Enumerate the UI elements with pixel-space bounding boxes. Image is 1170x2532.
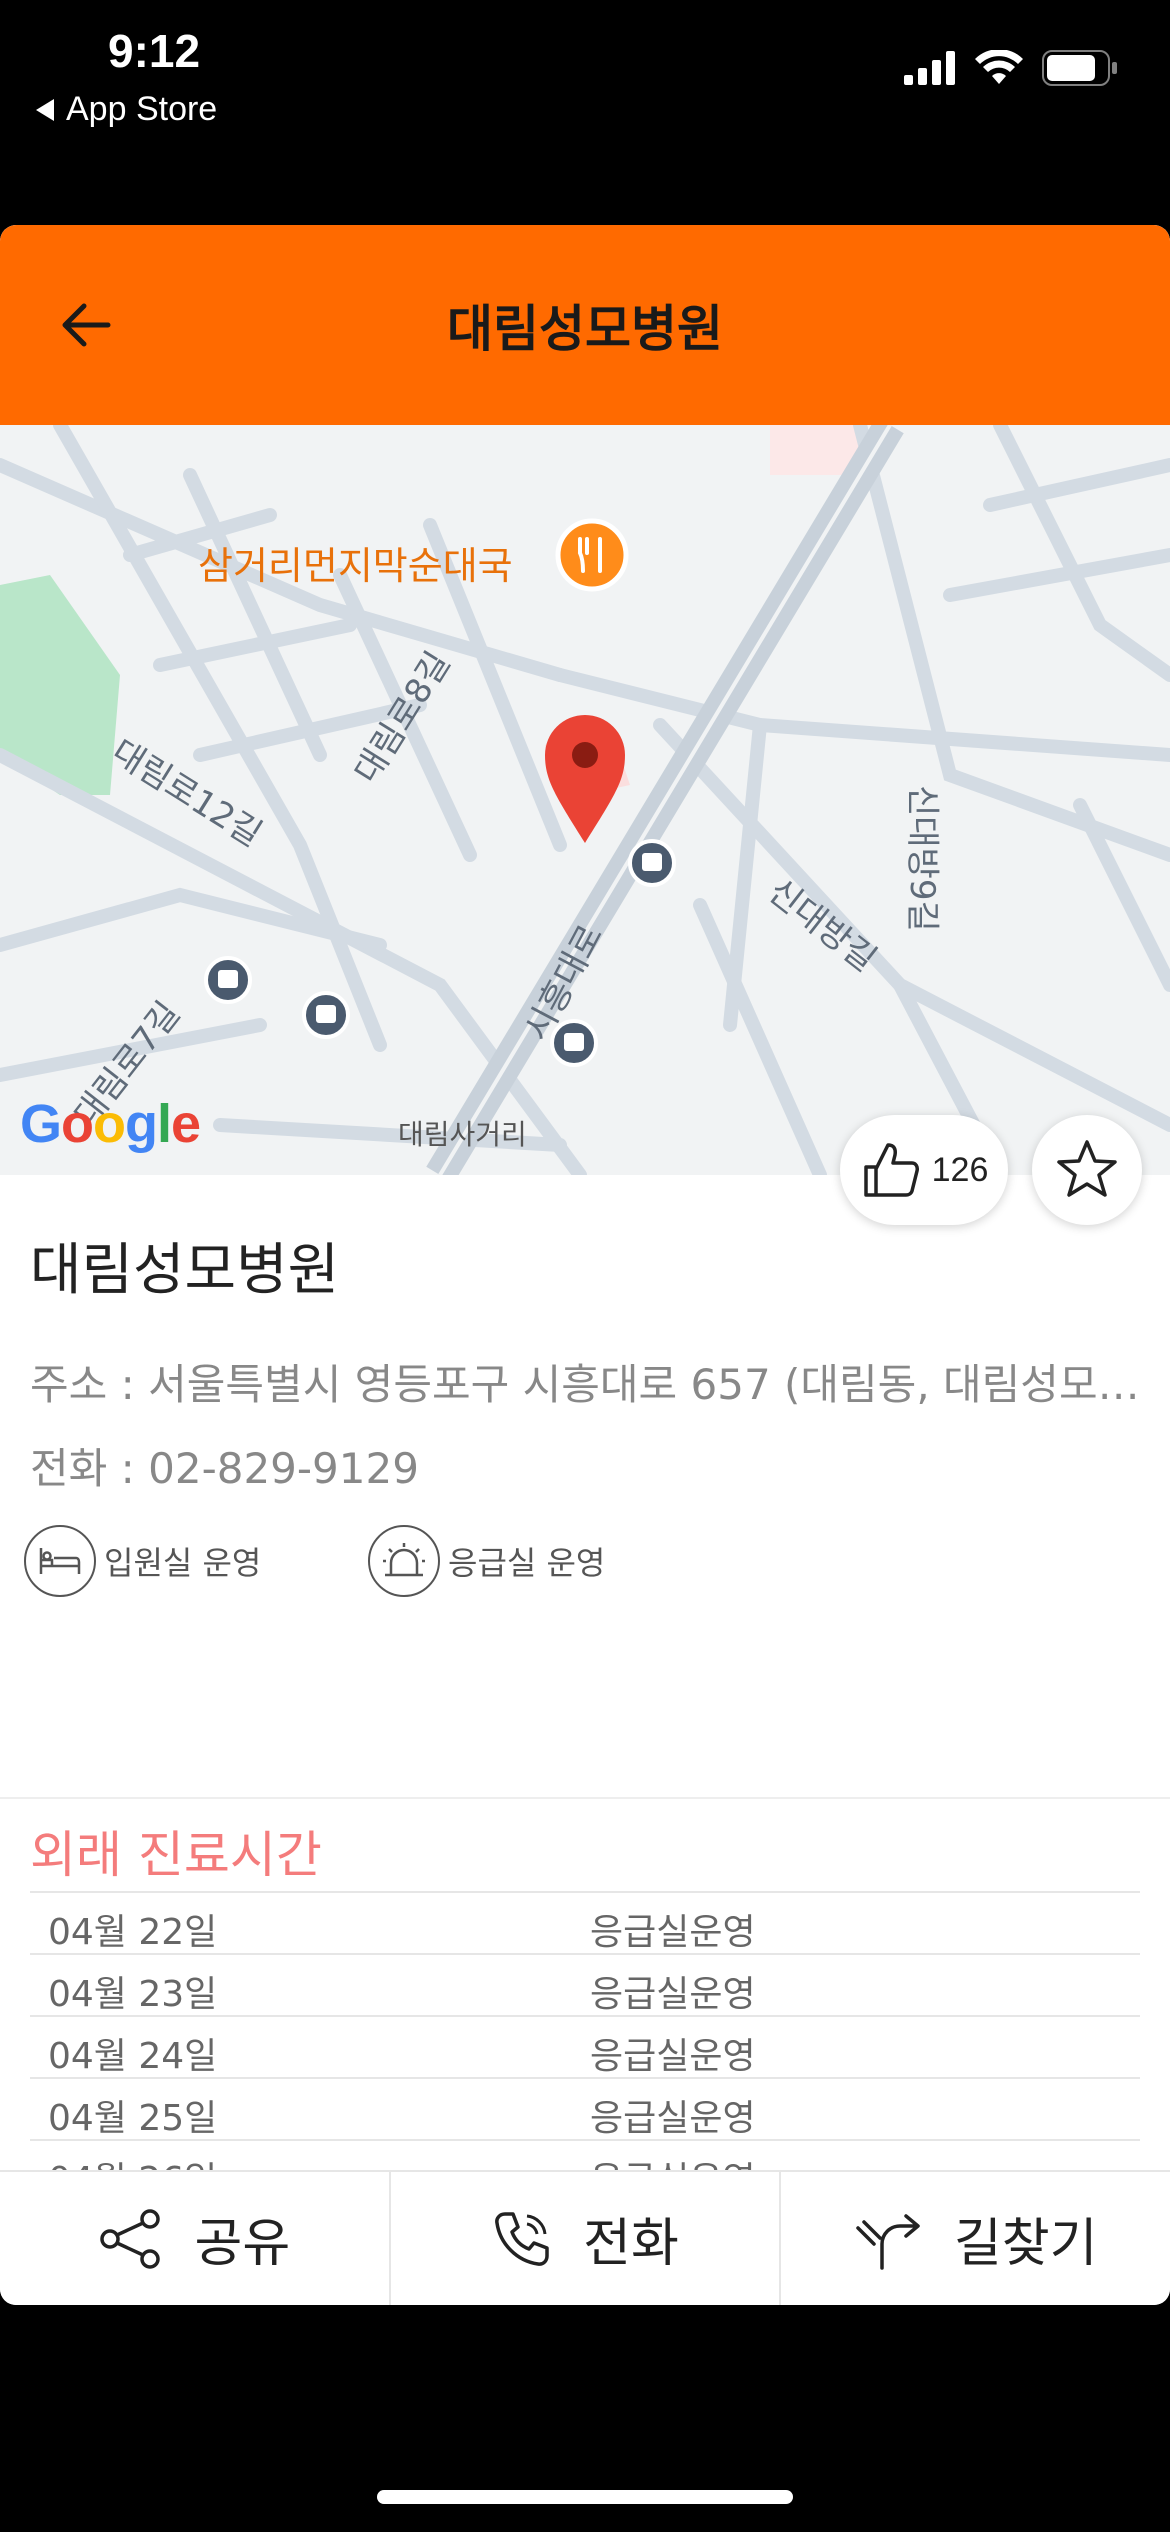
page-title: 대림성모병원 <box>447 300 723 358</box>
row-date: 04월 22일 <box>48 1912 218 1953</box>
row-date: 04월 23일 <box>48 1974 218 2015</box>
favorite-button[interactable] <box>1032 1115 1142 1225</box>
table-row: 04월 23일 응급실운영 <box>30 1953 1140 2015</box>
row-date: 04월 24일 <box>48 2036 218 2077</box>
cellular-signal-icon <box>904 51 955 85</box>
share-icon <box>100 2208 161 2269</box>
back-triangle-icon <box>36 98 54 121</box>
google-logo: Google <box>20 1094 201 1154</box>
bus-stop-icon <box>204 956 252 1004</box>
table-row: 04월 24일 응급실운영 <box>30 2015 1140 2077</box>
inpatient-label: 입원실 운영 <box>104 1544 262 1582</box>
street-label: 신대방9길 <box>902 785 942 932</box>
row-status: 응급실운영 <box>590 1912 756 1953</box>
address-text: 주소 : 서울특별시 영등포구 시흥대로 657 (대림동, 대림성모병원) <box>30 1360 1140 1409</box>
status-icons <box>904 50 1118 86</box>
phone-icon <box>495 2211 549 2266</box>
inpatient-badge: 입원실 운영 <box>24 1525 261 1597</box>
emergency-badge: 응급실 운영 <box>368 1525 605 1597</box>
star-icon <box>1057 1140 1117 1197</box>
call-button[interactable]: 전화 <box>388 2172 780 2305</box>
emergency-label: 응급실 운영 <box>448 1544 606 1582</box>
table-row: 04월 25일 응급실운영 <box>30 2077 1140 2139</box>
poi-label[interactable]: 삼거리먼지막순대국 <box>198 535 513 590</box>
header-bar: 대림성모병원 <box>0 225 1170 425</box>
share-button[interactable]: 공유 <box>0 2172 389 2305</box>
restaurant-marker-icon <box>555 518 629 592</box>
share-label: 공유 <box>194 2214 291 2274</box>
thumbs-up-icon <box>863 1143 919 1197</box>
table-row: 04월 22일 응급실운영 <box>30 1891 1140 1953</box>
place-name: 대림성모병원 <box>30 1238 340 1303</box>
arrow-left-icon[interactable] <box>56 295 116 355</box>
like-button[interactable]: 126 <box>840 1115 1008 1225</box>
status-time: 9:12 <box>108 25 201 77</box>
directions-label: 길찾기 <box>953 2214 1098 2274</box>
like-count: 126 <box>931 1150 989 1189</box>
row-status: 응급실운영 <box>590 1974 756 2015</box>
call-label: 전화 <box>583 2214 679 2274</box>
phone-text[interactable]: 전화 : 02-829-9129 <box>30 1435 419 1496</box>
bus-stop-icon <box>302 991 350 1039</box>
row-status: 응급실운영 <box>590 2036 756 2077</box>
row-date: 04월 25일 <box>48 2098 218 2139</box>
wifi-icon <box>975 50 1023 84</box>
directions-button[interactable]: 길찾기 <box>779 2172 1170 2305</box>
row-status: 응급실운영 <box>590 2098 756 2139</box>
bed-icon <box>24 1525 96 1597</box>
place-label: 대림사거리 <box>398 1118 527 1151</box>
siren-icon <box>368 1525 440 1597</box>
hours-title: 외래 진료시간 <box>30 1826 322 1884</box>
map-view[interactable]: 삼거리먼지막순대국 대림로8길 대림로12길 시흥대로 신대방길 신대방9길 대… <box>0 425 1170 1175</box>
bus-stop-icon <box>628 839 676 887</box>
back-app-label: App Store <box>66 90 218 128</box>
bottom-action-bar: 공유 전화 길찾기 <box>0 2170 1170 2305</box>
directions-icon <box>856 2213 920 2270</box>
status-bar: 9:12 App Store <box>0 0 1170 225</box>
home-indicator[interactable] <box>377 2490 793 2504</box>
section-divider <box>0 1797 1170 1799</box>
app-window: 대림성모병원 삼거리먼지막순대국 대림로8길 대림로12길 시흥대로 신대방길 … <box>0 225 1170 2305</box>
back-to-app-link[interactable]: App Store <box>36 90 217 129</box>
battery-icon <box>1042 50 1117 86</box>
